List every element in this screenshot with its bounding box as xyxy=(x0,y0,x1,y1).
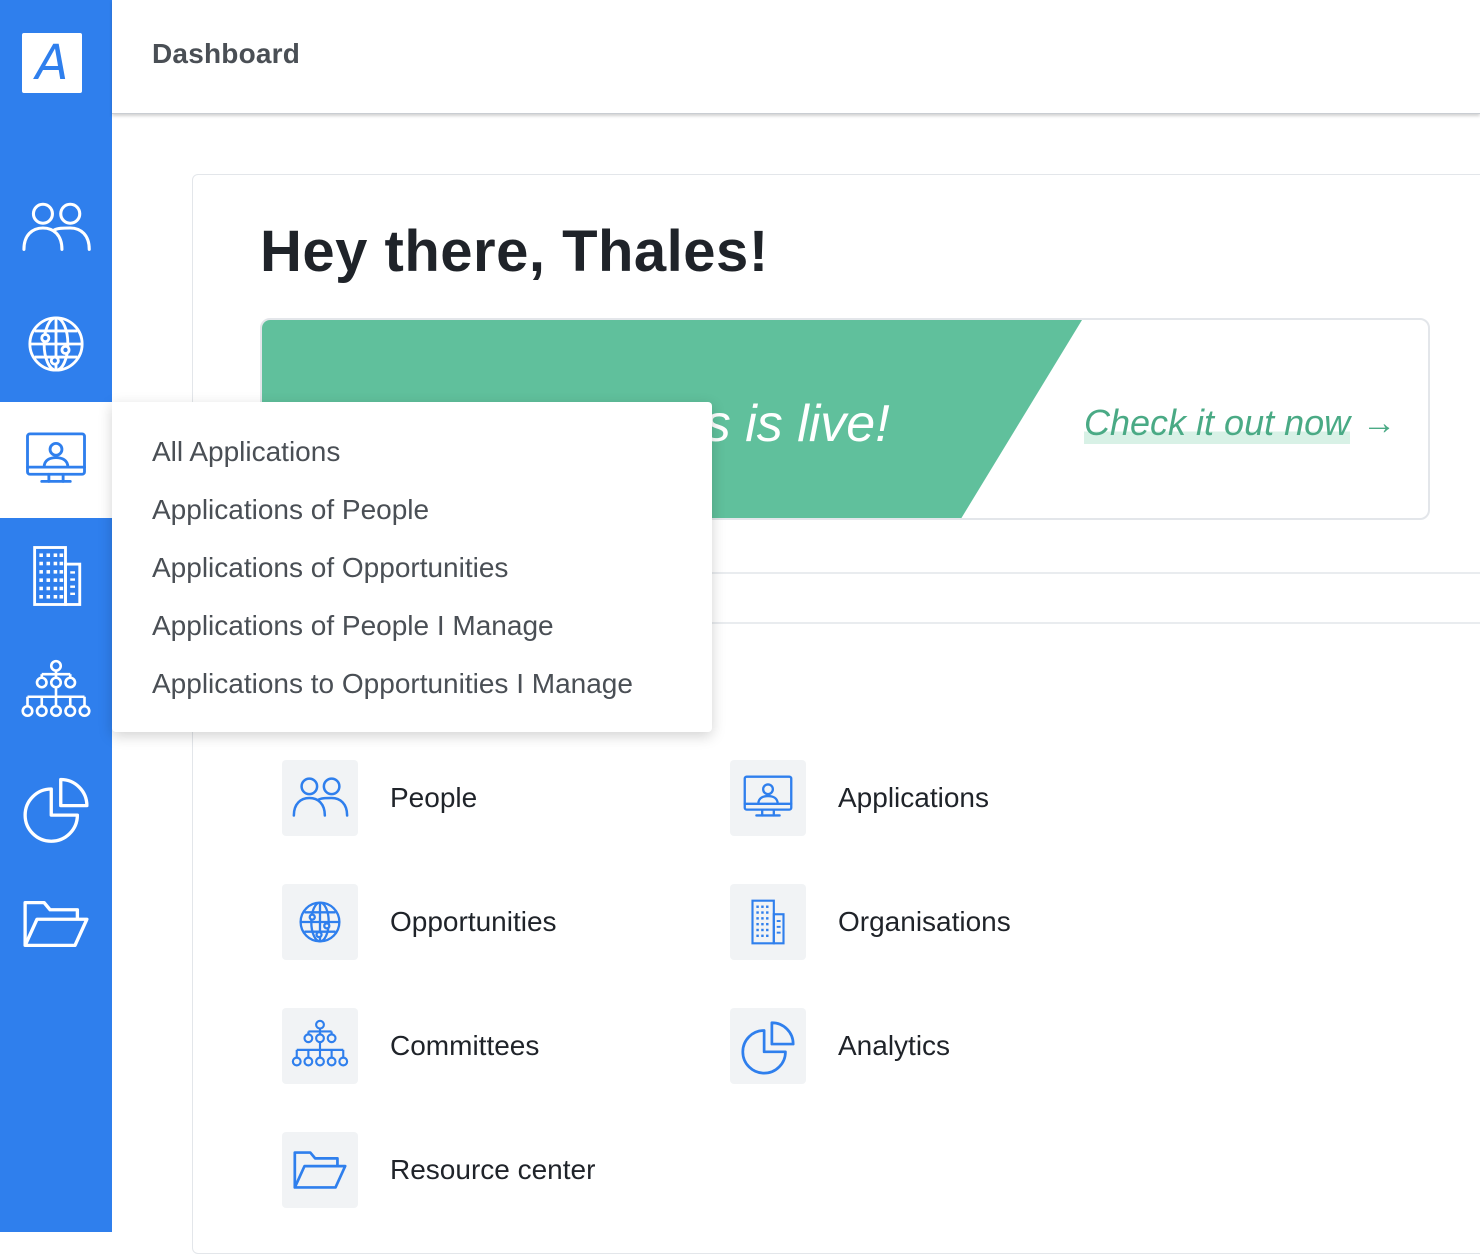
shortcut-tile xyxy=(282,884,358,960)
sidebar-item-organisations[interactable] xyxy=(0,518,112,634)
people-icon xyxy=(18,190,94,266)
sidebar-item-resource-center[interactable] xyxy=(0,866,112,982)
monitor-user-icon xyxy=(737,767,799,829)
pie-chart-icon xyxy=(737,1015,799,1077)
shortcut-applications[interactable]: Applications xyxy=(730,760,989,836)
shortcut-tile xyxy=(730,1008,806,1084)
folder-open-icon xyxy=(18,886,94,962)
shortcut-analytics[interactable]: Analytics xyxy=(730,1008,950,1084)
shortcut-people[interactable]: People xyxy=(282,760,477,836)
applications-dropdown-menu: All Applications Applications of People … xyxy=(112,402,712,732)
folder-open-icon xyxy=(289,1139,351,1201)
sidebar-item-opportunities[interactable] xyxy=(0,286,112,402)
building-icon xyxy=(33,546,82,606)
org-chart-icon xyxy=(18,654,94,730)
sidebar-item-analytics[interactable] xyxy=(0,750,112,866)
banner-cta-label: Check it out now xyxy=(1084,402,1351,444)
sidebar-item-committees[interactable] xyxy=(0,634,112,750)
menu-item-applications-to-opportunities-i-manage[interactable]: Applications to Opportunities I Manage xyxy=(152,668,633,700)
shortcut-label: Opportunities xyxy=(390,906,557,937)
shortcut-tile xyxy=(730,760,806,836)
shortcut-tile xyxy=(282,1008,358,1084)
org-chart-icon xyxy=(289,1015,351,1077)
people-icon xyxy=(289,767,351,829)
shortcut-tile xyxy=(730,884,806,960)
banner-cta-link[interactable]: Check it out now → xyxy=(1084,402,1396,444)
sidebar-item-people[interactable] xyxy=(0,170,112,286)
logo-letter: A xyxy=(35,35,69,91)
sidebar-item-applications[interactable] xyxy=(0,402,112,518)
shortcut-label: Resource center xyxy=(390,1154,596,1185)
menu-item-all-applications[interactable]: All Applications xyxy=(152,436,340,468)
monitor-user-icon xyxy=(18,422,94,498)
top-bar: Dashboard xyxy=(112,0,1480,114)
shortcut-label: Analytics xyxy=(838,1030,951,1061)
shortcut-label: Applications xyxy=(838,782,989,813)
menu-item-applications-of-people[interactable]: Applications of People xyxy=(152,494,429,526)
building-icon xyxy=(751,899,785,945)
sidebar: A xyxy=(0,0,112,1232)
app-logo[interactable]: A xyxy=(22,33,82,93)
shortcut-tile xyxy=(282,1132,358,1208)
page-title: Dashboard xyxy=(152,38,301,69)
shortcut-committees[interactable]: Committees xyxy=(282,1008,539,1084)
shortcut-tile xyxy=(282,760,358,836)
shortcut-resource-center[interactable]: Resource center xyxy=(282,1132,595,1208)
globe-icon xyxy=(299,901,341,943)
shortcut-opportunities[interactable]: Opportunities xyxy=(282,884,557,960)
menu-item-applications-of-people-i-manage[interactable]: Applications of People I Manage xyxy=(152,610,554,642)
shortcut-label: Organisations xyxy=(838,906,1011,937)
greeting-heading: Hey there, Thales! xyxy=(260,219,769,284)
shortcut-organisations[interactable]: Organisations xyxy=(730,884,1011,960)
menu-item-applications-of-opportunities[interactable]: Applications of Opportunities xyxy=(152,552,508,584)
arrow-right-icon: → xyxy=(1362,403,1397,442)
shortcut-label: Committees xyxy=(390,1030,540,1061)
pie-chart-icon xyxy=(18,770,94,846)
globe-icon xyxy=(28,316,84,372)
shortcut-label: People xyxy=(390,782,478,813)
